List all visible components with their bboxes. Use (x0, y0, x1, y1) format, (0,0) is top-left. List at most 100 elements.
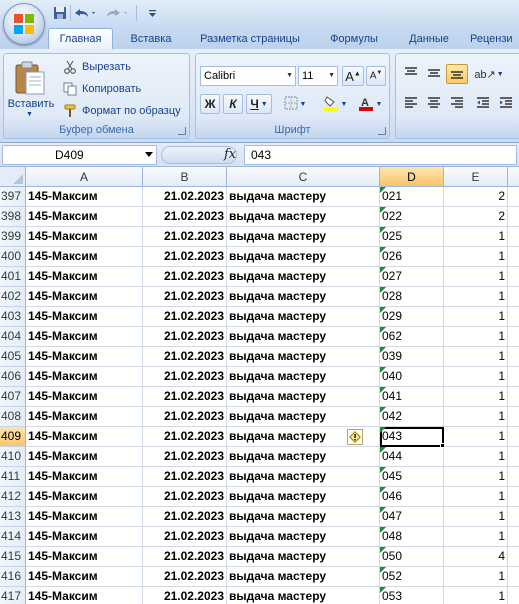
underline-button[interactable]: Ч ▼ (246, 94, 272, 114)
cell-e[interactable]: 2 (444, 207, 508, 227)
cell-f[interactable] (508, 487, 519, 507)
cell-a[interactable]: 145-Максим (26, 227, 143, 247)
tab-page-layout[interactable]: Разметка страницы (190, 28, 310, 49)
cell-a[interactable]: 145-Максим (26, 287, 143, 307)
cell-f[interactable] (508, 187, 519, 207)
select-all-button[interactable] (0, 167, 26, 187)
align-left-button[interactable] (400, 94, 422, 114)
cell-e[interactable]: 1 (444, 307, 508, 327)
borders-button[interactable]: ▼ (280, 94, 310, 114)
cell-a[interactable]: 145-Максим (26, 367, 143, 387)
cell-d[interactable]: 029 (380, 307, 444, 327)
cell-a[interactable]: 145-Максим (26, 407, 143, 427)
cell-e[interactable]: 1 (444, 407, 508, 427)
borders-dropdown-icon[interactable]: ▼ (300, 101, 307, 108)
row-header[interactable]: 413 (0, 507, 26, 527)
cell-a[interactable]: 145-Максим (26, 247, 143, 267)
decrease-indent-button[interactable] (472, 94, 494, 114)
cell-e[interactable]: 1 (444, 507, 508, 527)
cell-e[interactable]: 1 (444, 327, 508, 347)
formula-input[interactable]: 043 (244, 145, 517, 165)
fill-color-button[interactable]: ▼ (318, 94, 352, 114)
increase-indent-button[interactable] (495, 94, 517, 114)
font-launcher-icon[interactable] (378, 127, 386, 135)
cell-f[interactable] (508, 507, 519, 527)
row-header[interactable]: 410 (0, 447, 26, 467)
cell-b[interactable]: 21.02.2023 (143, 187, 227, 207)
cell-f[interactable] (508, 247, 519, 267)
cell-c[interactable]: выдача мастеру (227, 347, 380, 367)
cell-a[interactable]: 145-Максим (26, 307, 143, 327)
cell-c[interactable]: выдача мастеру (227, 467, 380, 487)
cell-b[interactable]: 21.02.2023 (143, 327, 227, 347)
cell-f[interactable] (508, 307, 519, 327)
cell-a[interactable]: 145-Максим (26, 547, 143, 567)
tab-formulas[interactable]: Формулы (318, 28, 390, 49)
cell-c[interactable]: выдача мастеру (227, 227, 380, 247)
cell-d[interactable]: 045 (380, 467, 444, 487)
orientation-button[interactable]: ab↗ ▼ (474, 64, 504, 84)
cell-f[interactable] (508, 427, 519, 447)
cell-d[interactable]: 050 (380, 547, 444, 567)
font-color-button[interactable]: A ▼ (354, 94, 386, 114)
cell-f[interactable] (508, 207, 519, 227)
cell-e[interactable]: 1 (444, 467, 508, 487)
row-header[interactable]: 398 (0, 207, 26, 227)
cell-a[interactable]: 145-Максим (26, 567, 143, 587)
cell-d[interactable]: 040 (380, 367, 444, 387)
column-header-c[interactable]: C (227, 167, 380, 187)
cell-d[interactable]: 021 (380, 187, 444, 207)
cell-a[interactable]: 145-Максим (26, 347, 143, 367)
column-header-d[interactable]: D (380, 167, 444, 187)
fill-handle[interactable] (440, 443, 445, 448)
cell-d[interactable]: 039 (380, 347, 444, 367)
row-header[interactable]: 407 (0, 387, 26, 407)
cell-f[interactable] (508, 347, 519, 367)
name-box-dropdown-icon[interactable] (145, 152, 153, 157)
font-name-combobox[interactable]: Calibri ▼ (200, 66, 296, 86)
cell-c[interactable]: выдача мастеру (227, 267, 380, 287)
cell-d[interactable]: 042 (380, 407, 444, 427)
cell-d[interactable]: 047 (380, 507, 444, 527)
cell-c[interactable]: выдача мастеру (227, 187, 380, 207)
cell-e[interactable]: 1 (444, 247, 508, 267)
cell-e[interactable]: 1 (444, 267, 508, 287)
cell-c[interactable]: выдача мастеру (227, 567, 380, 587)
undo-icon[interactable] (72, 5, 98, 21)
row-header[interactable]: 400 (0, 247, 26, 267)
orientation-dropdown-icon[interactable]: ▼ (497, 71, 504, 78)
cell-b[interactable]: 21.02.2023 (143, 407, 227, 427)
cell-d[interactable]: 025 (380, 227, 444, 247)
column-header-b[interactable]: B (143, 167, 227, 187)
row-header[interactable]: 403 (0, 307, 26, 327)
cell-b[interactable]: 21.02.2023 (143, 267, 227, 287)
cell-f[interactable] (508, 447, 519, 467)
cell-b[interactable]: 21.02.2023 (143, 507, 227, 527)
cell-a[interactable]: 145-Максим (26, 447, 143, 467)
fill-color-dropdown-icon[interactable]: ▼ (341, 101, 348, 108)
cell-f[interactable] (508, 567, 519, 587)
font-size-combobox[interactable]: 11 ▼ (298, 66, 338, 86)
row-header[interactable]: 399 (0, 227, 26, 247)
cell-e[interactable]: 4 (444, 547, 508, 567)
cell-c[interactable]: выдача мастеру (227, 507, 380, 527)
cell-e[interactable]: 1 (444, 287, 508, 307)
cell-f[interactable] (508, 527, 519, 547)
row-header[interactable]: 405 (0, 347, 26, 367)
cell-a[interactable]: 145-Максим (26, 387, 143, 407)
font-size-dropdown-icon[interactable]: ▼ (328, 67, 335, 85)
tab-data[interactable]: Данные (396, 28, 462, 49)
cell-e[interactable]: 1 (444, 387, 508, 407)
cell-b[interactable]: 21.02.2023 (143, 347, 227, 367)
cell-d[interactable]: 062 (380, 327, 444, 347)
cell-f[interactable] (508, 367, 519, 387)
cell-e[interactable]: 1 (444, 527, 508, 547)
cell-c[interactable]: выдача мастеру (227, 367, 380, 387)
align-top-button[interactable] (400, 64, 422, 84)
cell-d[interactable]: 052 (380, 567, 444, 587)
grow-font-button[interactable]: A▲ (342, 66, 364, 86)
cell-d[interactable]: 022 (380, 207, 444, 227)
cell-b[interactable]: 21.02.2023 (143, 547, 227, 567)
paste-button[interactable]: Вставить ▼ (4, 54, 58, 124)
cell-c[interactable]: выдача мастеру (227, 587, 380, 604)
